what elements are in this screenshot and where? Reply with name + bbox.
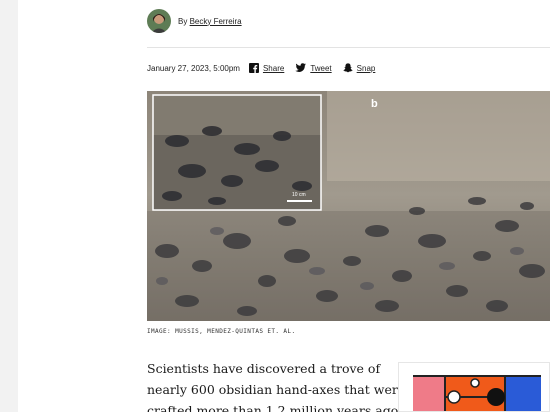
twitter-share-button[interactable]: Tweet xyxy=(295,63,332,73)
panel-letter: b xyxy=(371,98,378,110)
article-photo[interactable]: 10 cm b xyxy=(147,91,550,321)
byline-prefix: By xyxy=(178,16,188,26)
article-body: Scientists have discovered a trove of ne… xyxy=(147,358,415,412)
snapchat-share-button[interactable]: Snap xyxy=(343,63,376,73)
promo-blue-block xyxy=(505,376,541,411)
tweet-label: Tweet xyxy=(310,63,332,73)
article-meta: January 27, 2023, 5:00pm Share Tweet Sna… xyxy=(147,63,386,73)
divider xyxy=(147,47,550,48)
author-link[interactable]: Becky Ferreira xyxy=(190,17,242,26)
left-gutter xyxy=(0,0,18,412)
snap-label: Snap xyxy=(356,63,376,73)
publish-date: January 27, 2023, 5:00pm xyxy=(147,63,240,73)
article-line: nearly 600 obsidian hand-axes that were xyxy=(147,382,406,397)
article-line: Scientists have discovered a trove of xyxy=(147,361,381,376)
author-avatar[interactable] xyxy=(147,9,171,33)
facebook-icon xyxy=(248,63,259,73)
promo-node-circle xyxy=(487,388,505,406)
article-line: crafted more than 1.2 million years ago … xyxy=(147,403,415,412)
facebook-share-button[interactable]: Share xyxy=(248,63,285,73)
image-caption: IMAGE: MUSSIS, MENDEZ-QUINTAS ET. AL. xyxy=(147,328,296,335)
author-byline: By Becky Ferreira xyxy=(147,9,242,33)
byline-text: By Becky Ferreira xyxy=(178,17,242,26)
promo-node-circle xyxy=(470,378,480,388)
sidebar-promo[interactable] xyxy=(398,362,550,412)
share-label: Share xyxy=(262,63,285,73)
promo-node-circle xyxy=(447,390,461,404)
snapchat-icon xyxy=(343,63,353,73)
twitter-icon xyxy=(295,63,307,73)
scale-label: 10 cm xyxy=(292,192,306,198)
